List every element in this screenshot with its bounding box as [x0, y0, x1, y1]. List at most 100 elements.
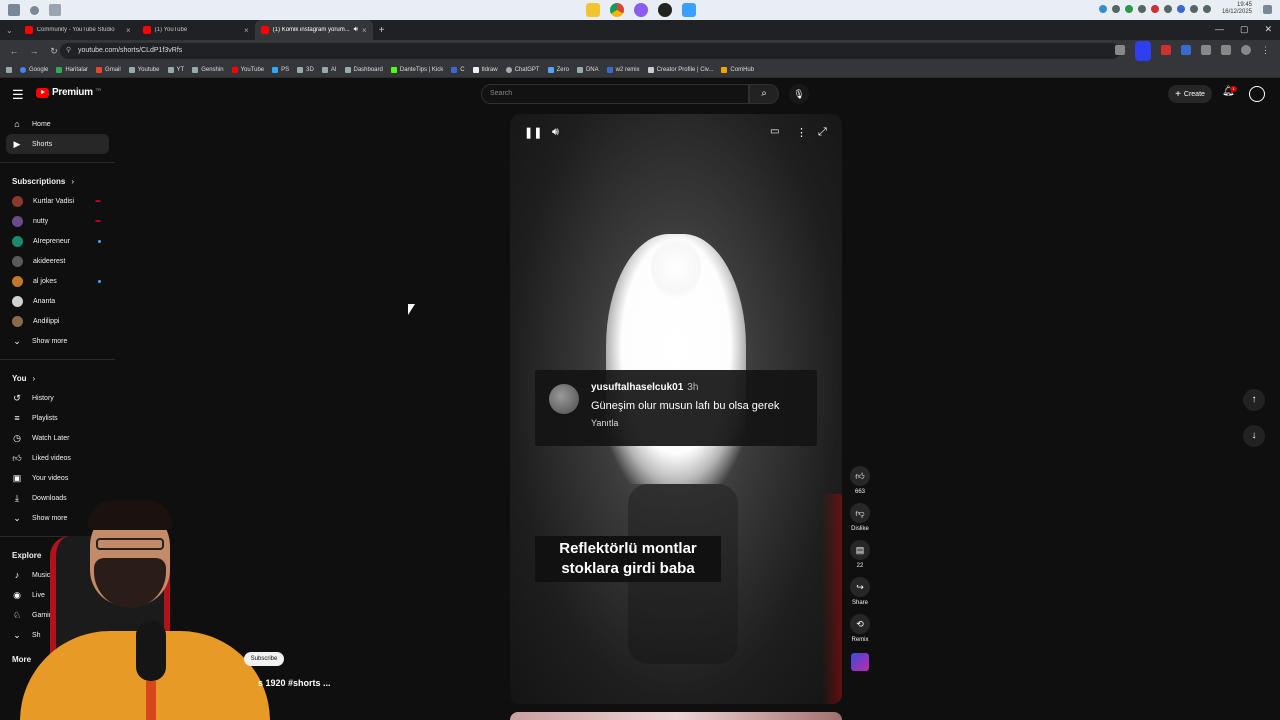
- you-heading[interactable]: You ›: [0, 368, 115, 388]
- bookmark-folder[interactable]: DNA: [576, 66, 599, 73]
- share-button[interactable]: ↪ Share: [848, 577, 872, 606]
- bookmark[interactable]: tldraw: [472, 66, 498, 73]
- comments-button[interactable]: ▤ 22: [848, 540, 872, 569]
- tray-icon[interactable]: [1137, 5, 1146, 13]
- search-button[interactable]: ⌕: [749, 84, 779, 104]
- bookmark-folder[interactable]: Youtube: [128, 66, 160, 73]
- dislike-button[interactable]: 👎︎ Dislike: [848, 503, 872, 532]
- shorts-video-player[interactable]: ❚❚ 🔊︎ ▭ ⋮ ⤢ yusuftalhaselcuk01 3h Güneşim…: [510, 114, 842, 704]
- bookmark[interactable]: Google: [20, 66, 48, 73]
- captions-icon[interactable]: ▭: [770, 126, 779, 137]
- browser-tab[interactable]: (1) YouTube ×: [137, 20, 255, 40]
- window-close-button[interactable]: ✕: [1264, 24, 1272, 35]
- obs-icon[interactable]: [658, 3, 672, 17]
- profile-icon[interactable]: [1241, 45, 1251, 55]
- window-maximize-button[interactable]: ▢: [1240, 24, 1249, 35]
- sound-source-button[interactable]: [848, 651, 872, 671]
- bookmark-folder[interactable]: Dashboard: [344, 66, 383, 73]
- like-button[interactable]: 👍︎ 663: [848, 466, 872, 495]
- bookmark[interactable]: Zero: [547, 66, 569, 73]
- bookmark-folder[interactable]: AI: [321, 66, 337, 73]
- remix-button[interactable]: ⟲ Remix: [848, 614, 872, 643]
- sidebar-item-history[interactable]: ↺ History: [0, 388, 115, 408]
- youtube-premium-logo[interactable]: Premium TR: [36, 87, 101, 98]
- tray-icon[interactable]: [1163, 5, 1172, 13]
- tray-icon[interactable]: [1111, 5, 1120, 13]
- app-icon[interactable]: [682, 3, 696, 17]
- sidebar-item-subscription[interactable]: Andilippi: [0, 311, 115, 331]
- app-icon[interactable]: [634, 3, 648, 17]
- chrome-icon[interactable]: [610, 3, 624, 17]
- sidebar-item-subscription[interactable]: Kurtlar Vadisi: [0, 191, 115, 211]
- bookmark-folder[interactable]: Genshin: [192, 66, 224, 73]
- pause-icon[interactable]: ❚❚: [524, 126, 542, 139]
- bookmark[interactable]: YouTube: [231, 66, 264, 73]
- task-view-icon[interactable]: [49, 4, 61, 16]
- browser-tab[interactable]: Community - YouTube Studio ×: [19, 20, 137, 40]
- bookmark[interactable]: ChatGPT: [505, 66, 540, 73]
- sidebar-item-subscription[interactable]: akideerest: [0, 251, 115, 271]
- bookmark[interactable]: C: [451, 66, 465, 73]
- hamburger-menu-icon[interactable]: ☰: [12, 87, 24, 103]
- voice-search-button[interactable]: 🎙︎: [789, 84, 809, 104]
- extension-icon-highlighted[interactable]: [1135, 41, 1151, 61]
- sidebar-item-subscription[interactable]: AIrepreneur: [0, 231, 115, 251]
- notification-center-icon[interactable]: [1263, 4, 1272, 14]
- tray-icon[interactable]: [1098, 5, 1107, 13]
- address-bar[interactable]: ⚲ youtube.com/shorts/CLdP1f3vRfs: [60, 43, 1120, 59]
- search-icon[interactable]: [30, 5, 39, 15]
- fullscreen-icon[interactable]: ⤢: [818, 126, 827, 139]
- account-avatar[interactable]: [1249, 86, 1265, 102]
- subscribe-button[interactable]: Subscribe: [244, 652, 284, 666]
- sidebar-item-subscription[interactable]: al jokes: [0, 271, 115, 291]
- bookmark[interactable]: PS: [272, 66, 289, 73]
- extension-icon[interactable]: [1161, 45, 1171, 55]
- bookmark[interactable]: ComHub: [721, 66, 754, 73]
- sidebar-item-your-videos[interactable]: ▣ Your videos: [0, 468, 115, 488]
- back-arrow-icon[interactable]: ←: [8, 46, 20, 56]
- bookmark-folder[interactable]: YT: [167, 66, 184, 73]
- sidebar-item-watch-later[interactable]: ◷ Watch Later: [0, 428, 115, 448]
- volume-icon[interactable]: [1202, 5, 1211, 13]
- create-button[interactable]: + Create: [1168, 85, 1212, 103]
- subscriptions-show-more[interactable]: ⌄ Show more: [0, 331, 115, 351]
- bookmark-folder[interactable]: 3D: [297, 66, 314, 73]
- reload-icon[interactable]: ↻: [48, 46, 60, 57]
- tab-close-icon[interactable]: ×: [362, 26, 367, 35]
- tray-icon[interactable]: [1124, 5, 1133, 13]
- forward-arrow-icon[interactable]: →: [28, 46, 40, 56]
- sidebar-item-playlists[interactable]: ≡ Playlists: [0, 408, 115, 428]
- bookmark[interactable]: Haritalar: [56, 66, 88, 73]
- tray-icon[interactable]: [1176, 5, 1185, 13]
- tab-close-icon[interactable]: ×: [126, 26, 131, 35]
- sidebar-item-home[interactable]: ⌂ Home: [0, 114, 115, 134]
- extension-icon[interactable]: [1181, 45, 1191, 55]
- tray-icon[interactable]: [1150, 5, 1159, 13]
- sidebar-item-subscription[interactable]: Ananta: [0, 291, 115, 311]
- sidebar-icon[interactable]: [1221, 45, 1231, 55]
- subscriptions-heading[interactable]: Subscriptions ›: [0, 171, 115, 191]
- volume-icon[interactable]: 🔊︎: [552, 126, 559, 139]
- sidebar-item-shorts[interactable]: ▶︎ Shorts: [6, 134, 109, 154]
- browser-tab-active[interactable]: (1) Komik instagram yorum... 🔊︎ ×: [254, 20, 373, 40]
- tab-close-icon[interactable]: ×: [244, 26, 249, 35]
- more-options-icon[interactable]: ⋮: [796, 126, 807, 139]
- apps-icon[interactable]: [6, 66, 12, 73]
- bookmark[interactable]: w2 remix: [606, 66, 640, 73]
- extension-icon[interactable]: [1115, 45, 1125, 55]
- window-minimize-button[interactable]: —: [1215, 24, 1224, 35]
- next-short-preview[interactable]: [510, 712, 842, 720]
- search-input[interactable]: Search: [481, 84, 749, 104]
- site-info-icon[interactable]: ⚲: [66, 43, 71, 59]
- bookmark[interactable]: Creator Profile | Civ...: [647, 66, 713, 73]
- browser-menu-icon[interactable]: ⋮: [1261, 45, 1270, 61]
- windows-start-icon[interactable]: [8, 4, 20, 16]
- system-clock[interactable]: 19:45 16/12/2025: [1222, 2, 1252, 16]
- tab-search-icon[interactable]: ⌄: [6, 26, 13, 35]
- previous-short-button[interactable]: ↑: [1243, 389, 1265, 411]
- file-explorer-icon[interactable]: [586, 3, 600, 17]
- bookmark[interactable]: DanteTips | Kick: [390, 66, 443, 73]
- sidebar-item-subscription[interactable]: nutty: [0, 211, 115, 231]
- tab-audio-icon[interactable]: 🔊︎: [354, 26, 358, 34]
- bookmark[interactable]: Gmail: [96, 66, 121, 73]
